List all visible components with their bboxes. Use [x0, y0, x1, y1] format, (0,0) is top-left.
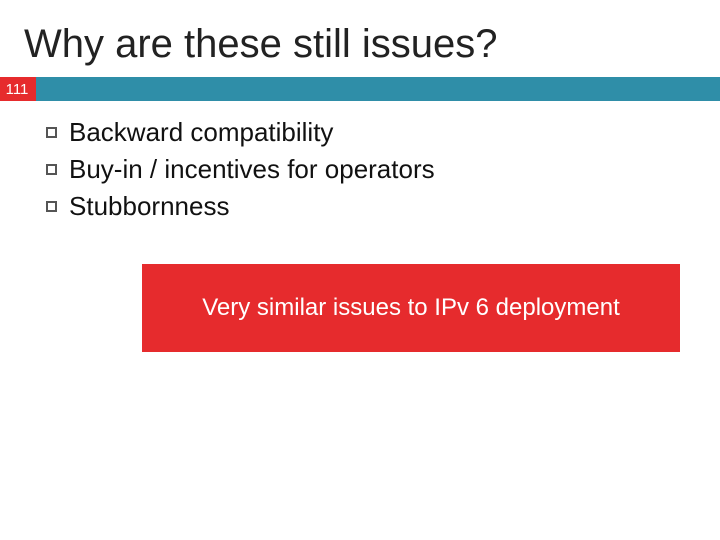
square-bullet-icon — [46, 127, 57, 138]
divider-bar: 111 — [0, 77, 720, 101]
content-area: Backward compatibility Buy-in / incentiv… — [0, 101, 720, 352]
bullet-text: Backward compatibility — [69, 115, 333, 150]
list-item: Backward compatibility — [46, 115, 720, 150]
square-bullet-icon — [46, 201, 57, 212]
accent-bar — [36, 77, 720, 101]
callout-box: Very similar issues to IPv 6 deployment — [142, 264, 680, 352]
slide: Why are these still issues? 111 Backward… — [0, 0, 720, 540]
bullet-list: Backward compatibility Buy-in / incentiv… — [46, 115, 720, 224]
slide-title: Why are these still issues? — [0, 0, 720, 77]
slide-number-badge: 111 — [0, 77, 36, 101]
list-item: Stubbornness — [46, 189, 720, 224]
bullet-text: Buy-in / incentives for operators — [69, 152, 435, 187]
bullet-text: Stubbornness — [69, 189, 229, 224]
square-bullet-icon — [46, 164, 57, 175]
list-item: Buy-in / incentives for operators — [46, 152, 720, 187]
